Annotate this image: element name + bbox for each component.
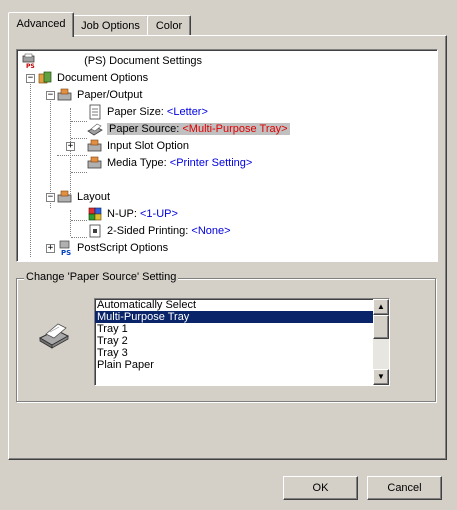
listbox-scrollbar[interactable]: ▲ ▼ [373,299,389,385]
list-item[interactable]: Tray 3 [95,347,389,359]
tree-node-nup[interactable]: N-UP: <1-UP> [87,206,178,223]
printer-settings-icon [87,138,103,154]
ok-button[interactable]: OK [283,476,358,500]
tree-node-layout[interactable]: Layout [57,189,110,206]
paper-tray-large-icon [38,318,70,353]
tree-node-postscript-options[interactable]: PS PostScript Options [57,240,168,257]
duplex-page-icon [87,223,103,239]
list-item[interactable]: Plain Paper [95,359,389,371]
tree-node-two-sided[interactable]: 2-Sided Printing: <None> [87,223,231,240]
paper-size-value: <Letter> [166,106,208,118]
two-sided-value: <None> [191,225,231,237]
tab-color[interactable]: Color [147,15,191,36]
expand-postscript-options[interactable]: + [46,244,55,253]
printer-ps-icon: PS [21,53,37,70]
expand-input-slot[interactable]: + [66,142,75,151]
nup-value: <1-UP> [140,208,178,220]
printer-settings-icon [57,87,73,103]
tree-node-root[interactable]: PS (PS) Document Settings [21,53,202,70]
list-item[interactable]: Tray 1 [95,323,389,335]
tree-node-paper-output[interactable]: Paper/Output [57,87,142,104]
collapse-document-options[interactable]: − [26,74,35,83]
change-setting-title: Change 'Paper Source' Setting [24,271,179,283]
collapse-layout[interactable]: − [46,193,55,202]
postscript-icon: PS [57,240,73,257]
list-item-selected[interactable]: Multi-Purpose Tray [95,311,389,323]
list-item[interactable]: Automatically Select [95,299,389,311]
tree-node-document-options[interactable]: Document Options [37,70,148,87]
options-folder-icon [37,70,53,86]
printer-settings-icon [57,189,73,205]
scroll-down-icon[interactable]: ▼ [373,369,389,385]
list-item[interactable]: Tray 2 [95,335,389,347]
tab-job-options[interactable]: Job Options [72,15,149,36]
tree-node-media-type[interactable]: Media Type: <Printer Setting> [87,155,252,172]
svg-text:PS: PS [26,63,35,69]
tree-node-paper-size[interactable]: Paper Size: <Letter> [87,104,208,121]
cancel-button[interactable]: Cancel [367,476,442,500]
media-type-value: <Printer Setting> [169,157,253,169]
paper-tray-icon [87,121,103,137]
collapse-paper-output[interactable]: − [46,91,55,100]
paper-source-value: <Multi-Purpose Tray> [182,123,288,135]
tree-node-paper-source[interactable]: Paper Source: <Multi-Purpose Tray> [87,121,290,138]
tree-node-input-slot[interactable]: Input Slot Option [87,138,189,155]
nup-layout-icon [87,206,103,222]
printer-settings-icon [87,155,103,171]
scroll-thumb[interactable] [373,315,389,339]
paper-source-listbox[interactable]: Automatically Select Multi-Purpose Tray … [94,298,390,386]
tab-advanced[interactable]: Advanced [8,12,74,37]
document-icon [87,104,103,120]
svg-text:PS: PS [61,249,71,256]
scroll-up-icon[interactable]: ▲ [373,299,389,315]
settings-tree[interactable]: PS (PS) Document Settings − Document Opt… [16,49,438,262]
